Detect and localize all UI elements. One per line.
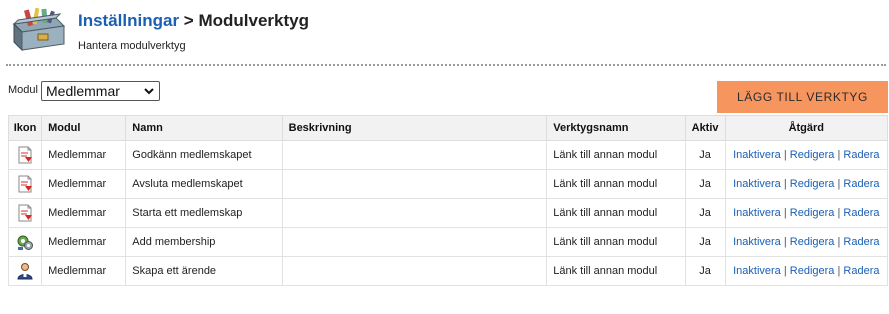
breadcrumb-separator: > xyxy=(179,11,199,30)
cell-name: Add membership xyxy=(125,227,283,257)
delete-link[interactable]: Radera xyxy=(843,178,879,190)
col-beskrivning: Beskrivning xyxy=(281,115,548,141)
edit-link[interactable]: Redigera xyxy=(790,207,835,219)
action-separator: | xyxy=(837,178,841,190)
edit-link[interactable]: Redigera xyxy=(790,149,835,161)
table-row: Medlemmar Godkänn medlemskapet Länk till a… xyxy=(7,140,889,170)
deactivate-link[interactable]: Inaktivera xyxy=(733,236,781,248)
edit-link[interactable]: Redigera xyxy=(790,265,835,277)
table-row: Medlemmar Avsluta medlemskapet Länk till a… xyxy=(7,169,889,199)
cell-module: Medlemmar xyxy=(41,198,127,228)
edit-link[interactable]: Redigera xyxy=(790,178,835,190)
delete-link[interactable]: Radera xyxy=(843,149,879,161)
module-select[interactable]: Medlemmar xyxy=(41,81,160,101)
action-separator: | xyxy=(783,236,787,248)
cell-active: Ja xyxy=(684,198,726,228)
cell-actions: Inaktivera | Redigera | Radera xyxy=(724,256,889,286)
action-separator: | xyxy=(783,207,787,219)
chevron-down-icon xyxy=(144,88,154,95)
dotted-divider xyxy=(6,64,886,66)
cell-name: Starta ett medlemskap xyxy=(125,198,283,228)
document-icon xyxy=(16,204,34,222)
cell-module: Medlemmar xyxy=(41,227,127,257)
user-icon xyxy=(16,262,34,280)
cell-description xyxy=(281,198,548,228)
cell-active: Ja xyxy=(684,256,726,286)
cell-description xyxy=(281,256,548,286)
document-icon xyxy=(16,175,34,193)
cell-active: Ja xyxy=(684,140,726,170)
action-separator: | xyxy=(837,149,841,161)
cell-tool-name: Länk till annan modul xyxy=(546,140,686,170)
col-atgard: Åtgärd xyxy=(724,115,889,141)
cell-actions: Inaktivera | Redigera | Radera xyxy=(724,169,889,199)
module-filter-label: Modul xyxy=(8,84,38,96)
cell-tool-name: Länk till annan modul xyxy=(546,227,686,257)
action-separator: | xyxy=(837,236,841,248)
cell-actions: Inaktivera | Redigera | Radera xyxy=(724,227,889,257)
action-separator: | xyxy=(783,149,787,161)
cell-active: Ja xyxy=(684,227,726,257)
cell-name: Godkänn medlemskapet xyxy=(125,140,283,170)
table-row: Medlemmar Skapa ett ärende Länk till annan… xyxy=(7,256,889,286)
cell-module: Medlemmar xyxy=(41,140,127,170)
tools-table: Ikon Modul Namn Beskrivning Verktygsnamn… xyxy=(7,115,889,286)
table-header-row: Ikon Modul Namn Beskrivning Verktygsnamn… xyxy=(7,115,889,141)
title-current: Modulverktyg xyxy=(198,11,309,30)
cell-module: Medlemmar xyxy=(41,169,127,199)
deactivate-link[interactable]: Inaktivera xyxy=(733,207,781,219)
page-header: Inställningar > Modulverktyg Hantera mod… xyxy=(0,0,889,62)
deactivate-link[interactable]: Inaktivera xyxy=(733,149,781,161)
cell-tool-name: Länk till annan modul xyxy=(546,169,686,199)
table-row: Medlemmar Add membership Länk till annan m… xyxy=(7,227,889,257)
page-title: Inställningar > Modulverktyg xyxy=(78,11,309,31)
breadcrumb-installningar[interactable]: Inställningar xyxy=(78,11,179,30)
cell-name: Skapa ett ärende xyxy=(125,256,283,286)
deactivate-link[interactable]: Inaktivera xyxy=(733,178,781,190)
cell-module: Medlemmar xyxy=(41,256,127,286)
col-namn: Namn xyxy=(125,115,283,141)
deactivate-link[interactable]: Inaktivera xyxy=(733,265,781,277)
cell-tool-name: Länk till annan modul xyxy=(546,256,686,286)
edit-link[interactable]: Redigera xyxy=(790,236,835,248)
document-icon xyxy=(16,146,34,164)
delete-link[interactable]: Radera xyxy=(843,265,879,277)
cell-name: Avsluta medlemskapet xyxy=(125,169,283,199)
cell-description xyxy=(281,140,548,170)
gears-icon xyxy=(16,233,34,251)
toolbox-icon xyxy=(12,7,66,52)
col-modul: Modul xyxy=(41,115,127,141)
action-separator: | xyxy=(783,265,787,277)
col-aktiv: Aktiv xyxy=(684,115,726,141)
action-separator: | xyxy=(783,178,787,190)
table-row: Medlemmar Starta ett medlemskap Länk till … xyxy=(7,198,889,228)
col-ikon: Ikon xyxy=(7,115,43,141)
cell-tool-name: Länk till annan modul xyxy=(546,198,686,228)
cell-actions: Inaktivera | Redigera | Radera xyxy=(724,140,889,170)
delete-link[interactable]: Radera xyxy=(843,207,879,219)
action-separator: | xyxy=(837,207,841,219)
action-separator: | xyxy=(837,265,841,277)
cell-description xyxy=(281,169,548,199)
module-select-value: Medlemmar xyxy=(46,83,120,99)
cell-description xyxy=(281,227,548,257)
cell-actions: Inaktivera | Redigera | Radera xyxy=(724,198,889,228)
add-tool-button[interactable]: LÄGG TILL VERKTYG xyxy=(717,81,888,113)
cell-active: Ja xyxy=(684,169,726,199)
col-verktygsnamn: Verktygsnamn xyxy=(546,115,686,141)
delete-link[interactable]: Radera xyxy=(843,236,879,248)
page-subtitle: Hantera modulverktyg xyxy=(78,40,186,52)
